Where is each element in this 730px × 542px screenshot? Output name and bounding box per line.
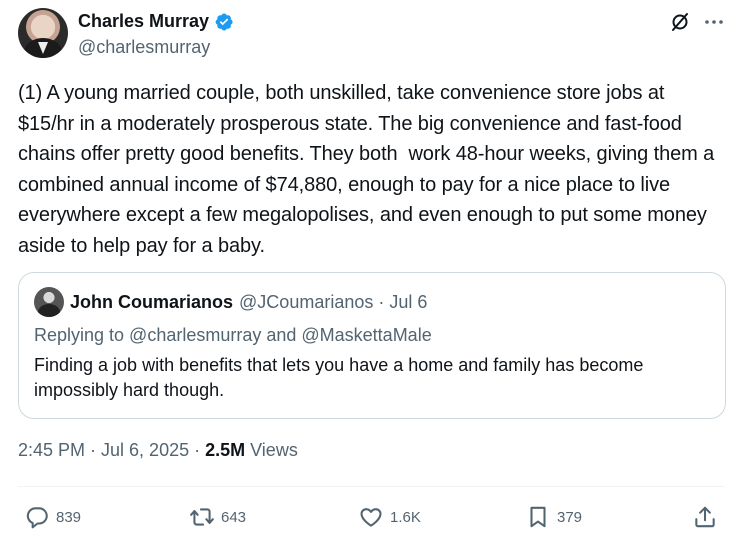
tweet-meta: 2:45 PM · Jul 6, 2025 · 2.5M Views xyxy=(18,440,298,461)
like-icon xyxy=(360,508,382,527)
reply-button[interactable]: 839 xyxy=(24,504,81,530)
tweet-text: (1) A young married couple, both unskill… xyxy=(18,82,720,257)
quoted-replying-to: Replying to @charlesmurray and @Masketta… xyxy=(34,325,432,345)
share-icon xyxy=(695,506,715,528)
retweet-icon xyxy=(190,508,214,526)
author-name-row: Charles Murray xyxy=(78,11,234,32)
verified-badge-icon[interactable] xyxy=(214,12,234,32)
more-icon[interactable] xyxy=(702,10,726,34)
bookmark-button[interactable]: 379 xyxy=(525,504,582,530)
like-count: 1.6K xyxy=(390,508,421,526)
quoted-tweet[interactable]: John Coumarianos @JCoumarianos · Jul 6 R… xyxy=(18,272,726,419)
grok-icon[interactable] xyxy=(668,10,692,34)
action-bar: 839 643 1.6K 379 xyxy=(0,500,730,536)
quoted-author-handle-date: @JCoumarianos · Jul 6 xyxy=(239,291,428,312)
views-label: Views xyxy=(245,440,298,460)
author-display-name[interactable]: Charles Murray xyxy=(78,11,209,32)
author-avatar[interactable] xyxy=(18,8,68,58)
bookmark-count: 379 xyxy=(557,508,583,526)
like-button[interactable]: 1.6K xyxy=(358,504,421,530)
reply-count: 839 xyxy=(56,508,82,526)
author-handle[interactable]: @charlesmurray xyxy=(78,37,210,58)
share-button[interactable] xyxy=(692,504,718,530)
views-count: 2.5M xyxy=(205,440,246,460)
quoted-author-name: John Coumarianos xyxy=(70,291,234,312)
quoted-author-avatar xyxy=(34,287,64,317)
divider xyxy=(18,486,724,487)
repost-count: 643 xyxy=(221,508,247,526)
bookmark-icon xyxy=(530,506,546,528)
tweet-header: Charles Murray @charlesmurray xyxy=(18,8,724,62)
quoted-tweet-header: John Coumarianos @JCoumarianos · Jul 6 xyxy=(34,287,427,317)
reply-icon xyxy=(26,507,48,529)
quoted-tweet-text: Finding a job with benefits that lets yo… xyxy=(34,355,644,400)
repost-button[interactable]: 643 xyxy=(189,504,246,530)
tweet-timestamp[interactable]: 2:45 PM · Jul 6, 2025 · xyxy=(18,440,205,460)
